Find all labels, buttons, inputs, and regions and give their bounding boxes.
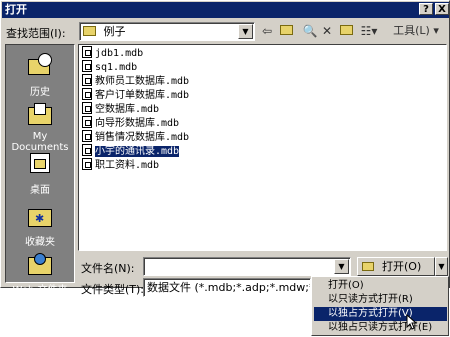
file-item[interactable]: sq1.mdb bbox=[82, 60, 137, 74]
place-label: 历史 bbox=[30, 87, 50, 98]
menu-item-open[interactable]: 打开(O) bbox=[314, 279, 447, 293]
web-folders-icon bbox=[25, 251, 55, 279]
filename-label: 文件名(N): bbox=[81, 262, 135, 275]
desktop-icon bbox=[25, 151, 55, 179]
delete-icon[interactable]: ✕ bbox=[319, 22, 335, 40]
search-web-icon[interactable]: 🔍 bbox=[301, 22, 319, 40]
my-documents-icon bbox=[25, 101, 55, 129]
open-options-menu: 打开(O) 以只读方式打开(R) 以独占方式打开(V) 以独占只读方式打开(E) bbox=[311, 276, 449, 336]
file-item[interactable]: 销售情况数据库.mdb bbox=[82, 130, 189, 144]
file-item[interactable]: 向导形数据库.mdb bbox=[82, 116, 179, 130]
place-history[interactable]: 历史 bbox=[6, 53, 74, 98]
database-file-icon bbox=[82, 102, 92, 114]
database-file-icon bbox=[82, 144, 92, 156]
file-item[interactable]: 客户订单数据库.mdb bbox=[82, 88, 189, 102]
views-icon[interactable]: ☷▾ bbox=[357, 22, 381, 40]
menu-item-open-exclusive-readonly[interactable]: 以独占只读方式打开(E) bbox=[314, 321, 447, 335]
database-file-icon bbox=[82, 130, 92, 142]
place-web-folders[interactable]: Web 文件夹 bbox=[6, 251, 74, 296]
chevron-down-icon: ▼ bbox=[438, 262, 445, 271]
database-file-icon bbox=[82, 116, 92, 128]
open-dropdown-button[interactable]: ▼ bbox=[435, 257, 448, 276]
database-file-icon bbox=[82, 74, 92, 86]
window-title: 打开 bbox=[5, 3, 27, 16]
menu-item-open-readonly[interactable]: 以只读方式打开(R) bbox=[314, 293, 447, 307]
close-button[interactable]: X bbox=[435, 3, 449, 15]
title-bar: 打开 bbox=[2, 2, 449, 18]
up-folder-icon[interactable] bbox=[277, 22, 295, 40]
look-in-value: 例子 bbox=[103, 25, 126, 38]
open-folder-icon bbox=[362, 262, 374, 271]
place-favorites[interactable]: ✱ 收藏夹 bbox=[6, 203, 74, 248]
place-label: Web 文件夹 bbox=[12, 285, 68, 296]
database-file-icon bbox=[82, 88, 92, 100]
open-button-label: 打开(O) bbox=[382, 260, 422, 273]
place-label: 收藏夹 bbox=[25, 237, 55, 248]
open-button[interactable]: 打开(O) bbox=[357, 257, 435, 276]
places-bar: 历史 My Documents 桌面 ✱ 收藏夹 Web 文件夹 bbox=[5, 44, 75, 296]
database-file-icon bbox=[82, 46, 92, 58]
filetype-value: 数据文件 (*.mdb;*.adp;*.mdw;*.mda;* bbox=[147, 281, 310, 294]
tools-label: 工具(L) bbox=[393, 24, 430, 37]
filetype-select[interactable]: 数据文件 (*.mdb;*.adp;*.mdw;*.mda;* bbox=[143, 278, 311, 297]
file-item[interactable]: 职工资料.mdb bbox=[82, 158, 159, 172]
history-icon bbox=[25, 53, 55, 81]
look-in-label: 查找范围(I): bbox=[6, 27, 66, 40]
file-item-selected[interactable]: 小宇的通讯录.mdb bbox=[82, 144, 181, 158]
folder-icon bbox=[83, 26, 96, 36]
file-item[interactable]: jdb1.mdb bbox=[82, 46, 143, 60]
database-file-icon bbox=[82, 60, 92, 72]
filetype-label: 文件类型(T): bbox=[81, 283, 145, 296]
database-file-icon bbox=[82, 158, 92, 170]
place-label: 桌面 bbox=[30, 185, 50, 196]
tools-menu-button[interactable]: 工具(L) ▾ bbox=[387, 22, 445, 40]
mouse-cursor-icon bbox=[406, 314, 418, 330]
look-in-combo[interactable]: 例子 ▼ bbox=[79, 22, 255, 41]
open-dialog: 打开 ? X 查找范围(I): 例子 ▼ ⇦ 🔍 ✕ ☷▾ 工具(L) ▾ 历史 bbox=[0, 0, 450, 297]
file-list[interactable]: jdb1.mdb sq1.mdb 教师员工数据库.mdb 客户订单数据库.mdb… bbox=[78, 44, 447, 251]
file-item[interactable]: 空数据库.mdb bbox=[82, 102, 159, 116]
place-label: My Documents bbox=[11, 131, 69, 153]
filename-input[interactable]: ▼ bbox=[143, 257, 351, 276]
back-icon[interactable]: ⇦ bbox=[259, 22, 275, 40]
file-item[interactable]: 教师员工数据库.mdb bbox=[82, 74, 189, 88]
place-my-documents[interactable]: My Documents bbox=[6, 101, 74, 153]
chevron-down-icon[interactable]: ▼ bbox=[238, 24, 253, 39]
help-button[interactable]: ? bbox=[419, 3, 433, 15]
place-desktop[interactable]: 桌面 bbox=[6, 151, 74, 196]
chevron-down-icon[interactable]: ▼ bbox=[334, 259, 349, 274]
menu-item-open-exclusive[interactable]: 以独占方式打开(V) bbox=[314, 307, 447, 321]
new-folder-icon[interactable] bbox=[337, 22, 355, 40]
favorites-icon: ✱ bbox=[25, 203, 55, 231]
